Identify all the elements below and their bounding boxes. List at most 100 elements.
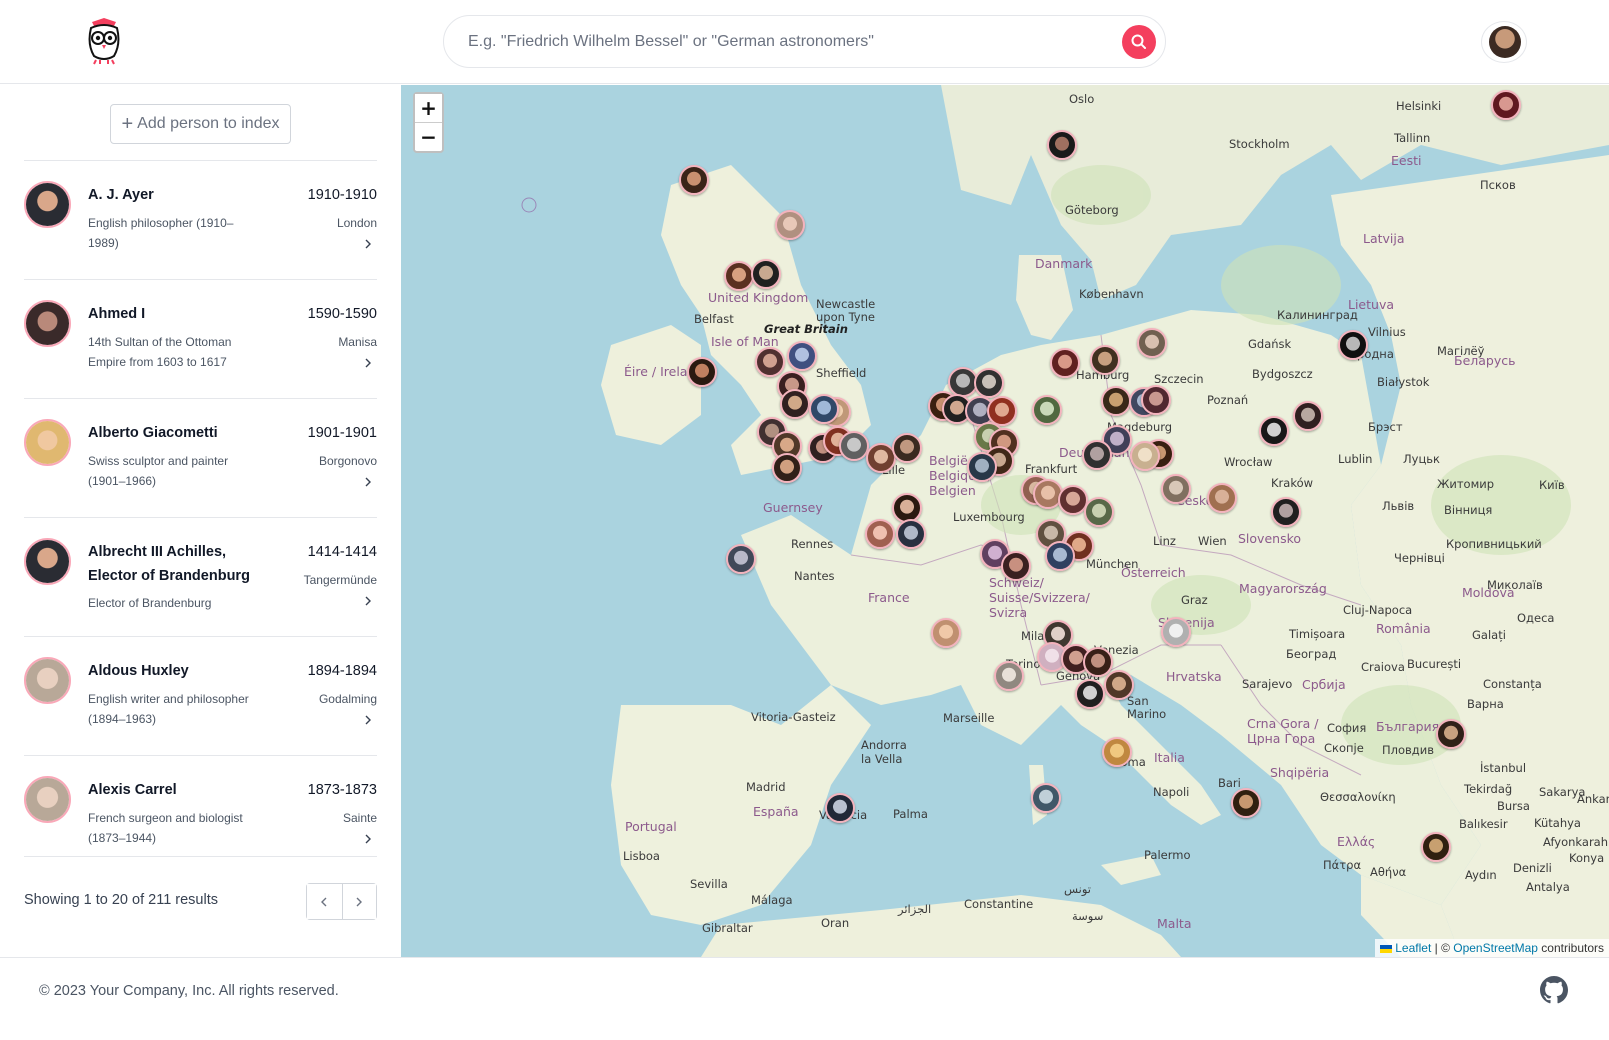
person-map-marker[interactable]: [1338, 330, 1368, 360]
person-name[interactable]: A. J. Ayer: [88, 183, 278, 207]
person-map-marker[interactable]: [994, 661, 1024, 691]
map-label: Slovensko: [1238, 531, 1302, 546]
chevron-right-icon[interactable]: [363, 358, 373, 368]
osm-link[interactable]: OpenStreetMap: [1453, 941, 1538, 955]
map-label: Andorra la Vella: [861, 738, 907, 766]
person-list-item[interactable]: Alexis Carrel 1873-1873 French surgeon a…: [24, 755, 377, 857]
chevron-right-icon[interactable]: [363, 596, 373, 606]
person-map-marker[interactable]: [780, 389, 810, 419]
person-map-marker[interactable]: [1491, 90, 1521, 120]
map-label: Latvija: [1363, 231, 1405, 246]
person-map-marker[interactable]: [1141, 385, 1171, 415]
person-map-marker[interactable]: [787, 341, 817, 371]
map-label: София: [1327, 721, 1367, 735]
map-label: Чернівці: [1394, 551, 1445, 565]
map-label: Магілёў: [1437, 344, 1485, 358]
person-avatar: [24, 300, 71, 347]
person-map-marker[interactable]: [1031, 783, 1061, 813]
zoom-out-button[interactable]: −: [415, 122, 442, 150]
person-name[interactable]: Aldous Huxley: [88, 659, 278, 683]
zoom-in-button[interactable]: +: [415, 94, 442, 122]
person-map-marker[interactable]: [865, 519, 895, 549]
map-label: Брэст: [1368, 420, 1403, 434]
person-map-marker[interactable]: [1102, 737, 1132, 767]
person-map-marker[interactable]: [724, 261, 754, 291]
person-map-marker[interactable]: [1436, 719, 1466, 749]
search-button[interactable]: [1122, 25, 1156, 59]
chevron-right-icon[interactable]: [363, 239, 373, 249]
person-list-item[interactable]: A. J. Ayer 1910-1910 English philosopher…: [24, 160, 377, 279]
person-map-marker[interactable]: [974, 368, 1004, 398]
person-map-marker[interactable]: [726, 544, 756, 574]
search-input[interactable]: [468, 28, 1088, 56]
person-map-marker[interactable]: [896, 519, 926, 549]
person-name[interactable]: Alexis Carrel: [88, 778, 278, 802]
person-description: Elector of Brandenburg: [88, 596, 212, 610]
person-map-marker[interactable]: [931, 618, 961, 648]
chevron-right-icon[interactable]: [363, 477, 373, 487]
user-avatar[interactable]: [1481, 21, 1527, 63]
map-label: Luxembourg: [953, 510, 1025, 524]
person-map-marker[interactable]: [1047, 130, 1077, 160]
leaflet-link[interactable]: Leaflet: [1395, 941, 1431, 955]
person-map-marker[interactable]: [1259, 416, 1289, 446]
owl-logo-icon[interactable]: [86, 16, 122, 66]
map-label: Bydgoszcz: [1252, 367, 1313, 381]
person-map-marker[interactable]: [839, 431, 869, 461]
person-name[interactable]: Alberto Giacometti: [88, 421, 278, 445]
person-map-marker[interactable]: [1045, 541, 1075, 571]
person-list-item[interactable]: Aldous Huxley 1894-1894 English writer a…: [24, 636, 377, 755]
chevron-right-icon[interactable]: [363, 834, 373, 844]
person-name[interactable]: Albrecht III Achilles, Elector of Brande…: [88, 540, 278, 588]
person-map-marker[interactable]: [1161, 474, 1191, 504]
map-label: Constanța: [1483, 677, 1542, 691]
person-map-marker[interactable]: [1271, 497, 1301, 527]
person-map-marker[interactable]: [1130, 441, 1160, 471]
people-sidebar: + Add person to index A. J. Ayer 1910-19…: [0, 85, 401, 957]
person-map-marker[interactable]: [751, 259, 781, 289]
person-map-marker[interactable]: [1293, 401, 1323, 431]
person-map-marker[interactable]: [679, 165, 709, 195]
map-label: Ελλάς: [1337, 834, 1376, 849]
person-map-marker[interactable]: [772, 453, 802, 483]
europe-map[interactable]: + − Oslo Stockholm Helsinki Tallinn Eest…: [401, 85, 1609, 957]
person-map-marker[interactable]: [1075, 679, 1105, 709]
map-label: Луцьк: [1403, 452, 1441, 466]
plus-icon: +: [121, 113, 134, 135]
map-label: Guernsey: [763, 500, 823, 515]
chevron-right-icon[interactable]: [363, 715, 373, 725]
person-name[interactable]: Ahmed I: [88, 302, 278, 326]
person-map-marker[interactable]: [825, 793, 855, 823]
next-page-button[interactable]: [341, 884, 376, 919]
map-label: Danmark: [1035, 256, 1093, 271]
person-map-marker[interactable]: [1231, 788, 1261, 818]
person-map-marker[interactable]: [892, 433, 922, 463]
person-list-item[interactable]: Ahmed I 1590-1590 14th Sultan of the Ott…: [24, 279, 377, 398]
person-map-marker[interactable]: [1032, 395, 1062, 425]
github-icon[interactable]: [1540, 976, 1568, 1004]
person-map-marker[interactable]: [1137, 328, 1167, 358]
person-list-item[interactable]: Alberto Giacometti 1901-1901 Swiss sculp…: [24, 398, 377, 517]
person-map-marker[interactable]: [1207, 483, 1237, 513]
map-label: Bursa: [1497, 799, 1530, 813]
person-years: 1590-1590: [307, 306, 377, 322]
person-map-marker[interactable]: [1084, 497, 1114, 527]
person-map-marker[interactable]: [775, 210, 805, 240]
person-map-marker[interactable]: [1090, 345, 1120, 375]
person-map-marker[interactable]: [1161, 617, 1191, 647]
person-map-marker[interactable]: [1101, 386, 1131, 416]
person-map-marker[interactable]: [1050, 348, 1080, 378]
person-map-marker[interactable]: [1421, 832, 1451, 862]
person-map-marker[interactable]: [967, 452, 997, 482]
person-birthplace: Godalming: [318, 692, 377, 706]
person-map-marker[interactable]: [687, 357, 717, 387]
add-person-button[interactable]: + Add person to index: [110, 104, 291, 144]
page-footer: © 2023 Your Company, Inc. All rights res…: [0, 957, 1609, 1040]
person-map-marker[interactable]: [1001, 551, 1031, 581]
person-list-item[interactable]: Albrecht III Achilles, Elector of Brande…: [24, 517, 377, 636]
person-map-marker[interactable]: [1104, 670, 1134, 700]
previous-page-button[interactable]: [307, 884, 342, 919]
person-map-marker[interactable]: [755, 347, 785, 377]
person-map-marker[interactable]: [809, 394, 839, 424]
person-map-marker[interactable]: [1082, 440, 1112, 470]
